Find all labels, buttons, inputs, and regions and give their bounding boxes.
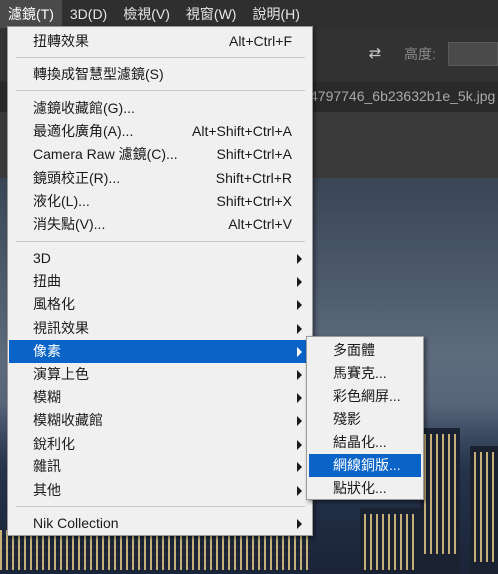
submenu-item-label: 點狀化... [333,480,387,496]
menu-item-noise[interactable]: 雜訊 [9,455,311,478]
submenu-item-mosaic[interactable]: 馬賽克... [309,362,421,385]
height-label: 高度: [404,46,436,62]
menu-item-label: 像素 [33,343,61,359]
submenu-item-pointillize[interactable]: 點狀化... [309,477,421,500]
menu-item-label: 轉換成智慧型濾鏡(S) [33,66,164,82]
submenu-arrow-icon [297,347,302,357]
menu-filter[interactable]: 濾鏡(T) [0,0,62,28]
submenu-item-mezzotint[interactable]: 網線銅版... [309,454,421,477]
menu-window[interactable]: 視窗(W) [178,0,245,28]
menu-separator [16,57,305,58]
filter-menu: 扭轉效果 Alt+Ctrl+F 轉換成智慧型濾鏡(S) 濾鏡收藏館(G)... … [7,26,313,536]
menu-item-label: 3D [33,250,51,266]
submenu-item-label: 馬賽克... [333,365,387,381]
menu-3d[interactable]: 3D(D) [62,0,115,28]
menu-item-label: 濾鏡收藏館(G)... [33,100,135,116]
submenu-arrow-icon [297,486,302,496]
submenu-item-color-halftone[interactable]: 彩色網屏... [309,385,421,408]
menu-item-label: 演算上色 [33,366,89,382]
submenu-arrow-icon [297,254,302,264]
document-tab[interactable]: 4797746_6b23632b1e_5k.jpg [310,88,495,104]
menu-separator [16,506,305,507]
menu-item-sharpen[interactable]: 銳利化 [9,433,311,456]
building-lights [364,514,416,570]
menu-item-filter-gallery[interactable]: 濾鏡收藏館(G)... [9,97,311,120]
menu-item-label: 扭轉效果 [33,33,89,49]
menu-item-convert-smart-filter[interactable]: 轉換成智慧型濾鏡(S) [9,63,311,86]
menu-item-pixelate[interactable]: 像素 [9,340,311,363]
submenu-item-crystallize[interactable]: 結晶化... [309,431,421,454]
submenu-arrow-icon [297,393,302,403]
menu-item-blur[interactable]: 模糊 [9,386,311,409]
city-lights [0,530,310,570]
menu-item-liquify[interactable]: 液化(L)... Shift+Ctrl+X [9,190,311,213]
menu-item-label: 銳利化 [33,436,75,452]
menu-item-stylize[interactable]: 風格化 [9,293,311,316]
menu-view[interactable]: 檢視(V) [115,0,178,28]
menu-item-shortcut: Shift+Ctrl+X [216,193,292,209]
menu-item-camera-raw-filter[interactable]: Camera Raw 濾鏡(C)... Shift+Ctrl+A [9,143,311,166]
submenu-arrow-icon [297,416,302,426]
menu-item-nik-collection[interactable]: Nik Collection [9,512,311,535]
menu-item-shortcut: Alt+Ctrl+V [228,216,292,232]
submenu-arrow-icon [297,462,302,472]
submenu-arrow-icon [297,519,302,529]
menu-item-label: 模糊收藏館 [33,412,103,428]
menu-item-label: Nik Collection [33,515,119,531]
height-input[interactable] [448,42,498,66]
menu-item-label: 視訊效果 [33,320,89,336]
submenu-arrow-icon [297,300,302,310]
menu-item-label: 最適化廣角(A)... [33,123,134,139]
menu-item-label: 風格化 [33,296,75,312]
menu-separator [16,90,305,91]
submenu-arrow-icon [297,440,302,450]
menu-item-shortcut: Shift+Ctrl+A [216,146,292,162]
menu-item-label: Camera Raw 濾鏡(C)... [33,146,178,162]
menu-separator [16,241,305,242]
menu-item-label: 鏡頭校正(R)... [33,170,121,186]
building-lights [474,452,496,562]
menu-item-label: 雜訊 [33,458,61,474]
menu-item-lens-correction[interactable]: 鏡頭校正(R)... Shift+Ctrl+R [9,167,311,190]
menu-item-adaptive-wide-angle[interactable]: 最適化廣角(A)... Alt+Shift+Ctrl+A [9,120,311,143]
menu-item-blur-gallery[interactable]: 模糊收藏館 [9,409,311,432]
menu-item-label: 消失點(V)... [33,216,106,232]
menu-item-twirl-effect[interactable]: 扭轉效果 Alt+Ctrl+F [9,30,311,53]
pixelate-submenu: 多面體 馬賽克... 彩色網屏... 殘影 結晶化... 網線銅版... 點狀化… [306,336,424,500]
building-lights [424,434,456,554]
swap-arrows-icon[interactable]: ⇄ [366,45,384,63]
menu-item-label: 扭曲 [33,273,61,289]
menu-item-shortcut: Shift+Ctrl+R [215,170,292,186]
menu-help[interactable]: 說明(H) [244,0,307,28]
menu-item-label: 其他 [33,482,61,498]
menu-item-shortcut: Alt+Ctrl+F [228,33,292,49]
submenu-item-label: 網線銅版... [333,457,401,473]
menu-item-shortcut: Alt+Shift+Ctrl+A [192,123,292,139]
submenu-arrow-icon [297,370,302,380]
menu-item-other[interactable]: 其他 [9,479,311,502]
submenu-arrow-icon [297,277,302,287]
menu-item-3d[interactable]: 3D [9,247,311,270]
submenu-item-label: 多面體 [333,342,375,358]
submenu-item-label: 結晶化... [333,434,387,450]
submenu-arrow-icon [297,324,302,334]
menu-item-label: 液化(L)... [33,193,90,209]
submenu-item-fragment[interactable]: 殘影 [309,408,421,431]
menu-item-distort[interactable]: 扭曲 [9,270,311,293]
submenu-item-label: 殘影 [333,411,361,427]
submenu-item-label: 彩色網屏... [333,388,401,404]
menu-item-label: 模糊 [33,389,61,405]
menu-item-video[interactable]: 視訊效果 [9,317,311,340]
menu-item-vanishing-point[interactable]: 消失點(V)... Alt+Ctrl+V [9,213,311,236]
menu-bar: 濾鏡(T) 3D(D) 檢視(V) 視窗(W) 說明(H) [0,0,498,28]
menu-item-render[interactable]: 演算上色 [9,363,311,386]
submenu-item-facet[interactable]: 多面體 [309,339,421,362]
